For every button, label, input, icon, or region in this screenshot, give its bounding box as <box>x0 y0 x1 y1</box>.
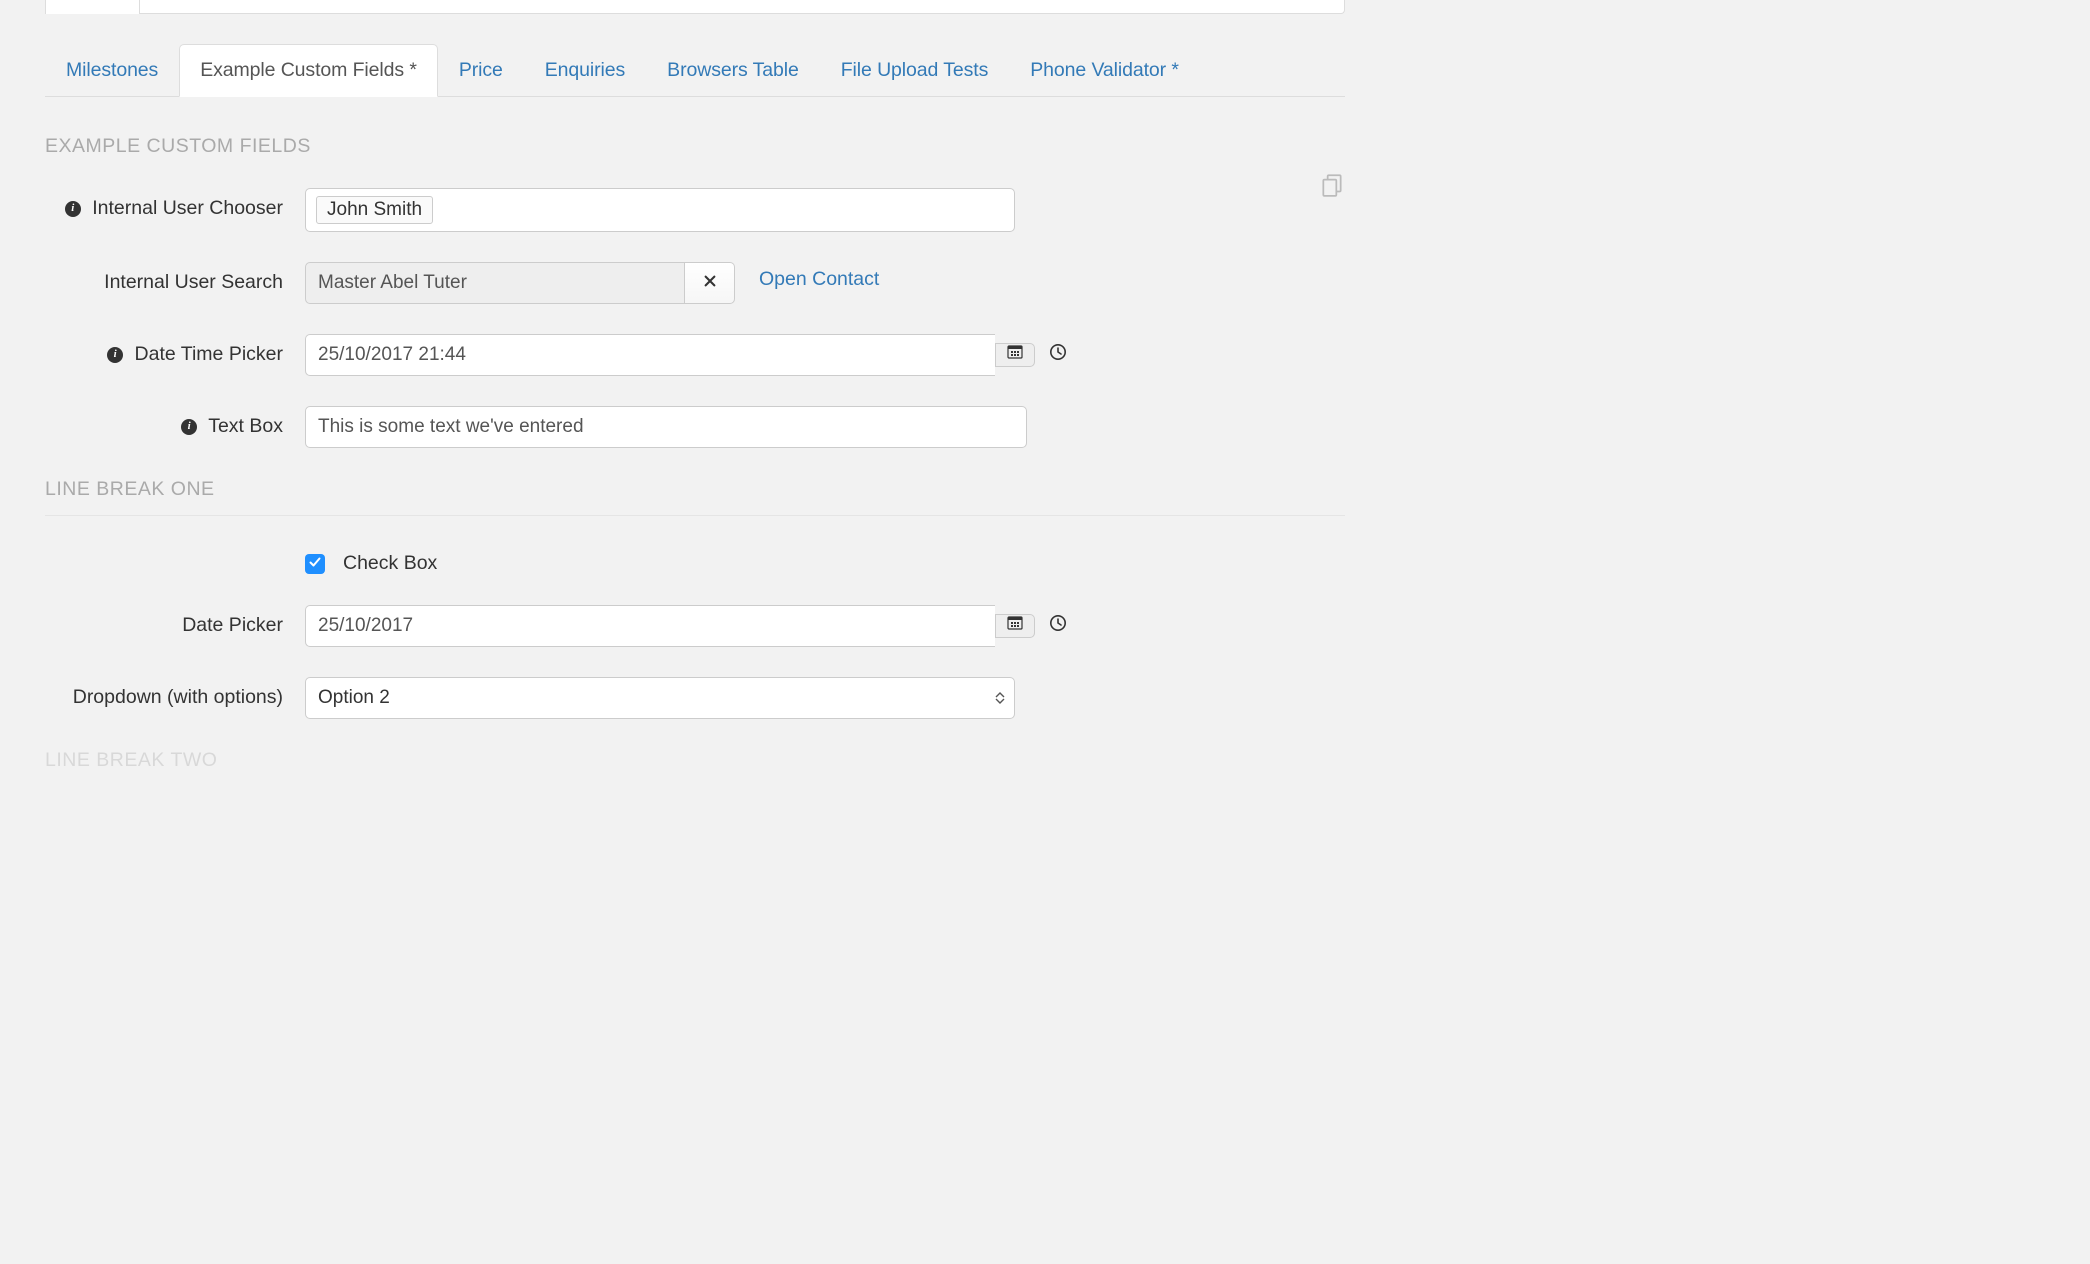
label-date-picker: Date Picker <box>45 605 305 639</box>
info-icon[interactable]: i <box>181 419 197 435</box>
check-box-input[interactable] <box>305 554 325 574</box>
tab-file-upload-tests[interactable]: File Upload Tests <box>820 44 1010 97</box>
tab-milestones[interactable]: Milestones <box>45 44 179 97</box>
dropdown-selected-value: Option 2 <box>305 677 1015 719</box>
check-box-label: Check Box <box>343 552 437 575</box>
tabs-bar: Milestones Example Custom Fields * Price… <box>45 44 1345 97</box>
calendar-addon[interactable] <box>995 614 1035 638</box>
dropdown-with-options[interactable]: Option 2 <box>305 677 1015 719</box>
open-contact-link[interactable]: Open Contact <box>759 268 879 291</box>
info-icon[interactable]: i <box>107 347 123 363</box>
calendar-icon <box>1007 344 1023 366</box>
set-today-button[interactable] <box>1049 614 1067 638</box>
set-now-button[interactable] <box>1049 343 1067 367</box>
date-time-picker-input[interactable] <box>305 334 995 376</box>
clear-user-button[interactable] <box>685 262 735 304</box>
section-heading-line-break-one: LINE BREAK ONE <box>45 478 1345 516</box>
label-internal-user-chooser: i Internal User Chooser <box>45 188 305 222</box>
label-check-box-spacer <box>45 552 305 559</box>
internal-user-search-value: Master Abel Tuter <box>305 262 685 304</box>
clock-icon <box>1049 343 1067 367</box>
tab-price[interactable]: Price <box>438 44 524 97</box>
label-text: Dropdown (with options) <box>73 686 283 708</box>
internal-user-chooser-input[interactable]: John Smith <box>305 188 1015 232</box>
label-date-time-picker: i Date Time Picker <box>45 334 305 368</box>
close-icon <box>703 272 717 294</box>
user-token[interactable]: John Smith <box>316 196 433 224</box>
label-internal-user-search: Internal User Search <box>45 262 305 296</box>
check-icon <box>308 553 322 575</box>
date-picker-input[interactable] <box>305 605 995 647</box>
calendar-icon <box>1007 615 1023 637</box>
text-box-input[interactable] <box>305 406 1027 448</box>
label-dropdown-with-options: Dropdown (with options) <box>45 677 305 711</box>
tab-enquiries[interactable]: Enquiries <box>524 44 646 97</box>
info-icon[interactable]: i <box>65 201 81 217</box>
label-text-box: i Text Box <box>45 406 305 440</box>
label-text: Text Box <box>208 415 283 437</box>
tab-browsers-table[interactable]: Browsers Table <box>646 44 820 97</box>
label-text: Date Time Picker <box>135 343 283 365</box>
clock-icon <box>1049 614 1067 638</box>
upper-panel-edge <box>45 0 1345 14</box>
tab-example-custom-fields[interactable]: Example Custom Fields * <box>179 44 438 97</box>
section-heading-line-break-two: LINE BREAK TWO <box>45 749 1345 772</box>
upper-tab-fragment <box>45 0 140 14</box>
tab-phone-validator[interactable]: Phone Validator * <box>1009 44 1200 97</box>
copy-icon[interactable] <box>1319 172 1345 198</box>
chevron-up-down-icon <box>995 692 1005 704</box>
calendar-addon[interactable] <box>995 343 1035 367</box>
section-heading-example-custom-fields: EXAMPLE CUSTOM FIELDS <box>45 135 1345 158</box>
label-text: Internal User Search <box>104 271 283 293</box>
label-text: Internal User Chooser <box>92 197 283 219</box>
label-text: Date Picker <box>182 614 283 636</box>
